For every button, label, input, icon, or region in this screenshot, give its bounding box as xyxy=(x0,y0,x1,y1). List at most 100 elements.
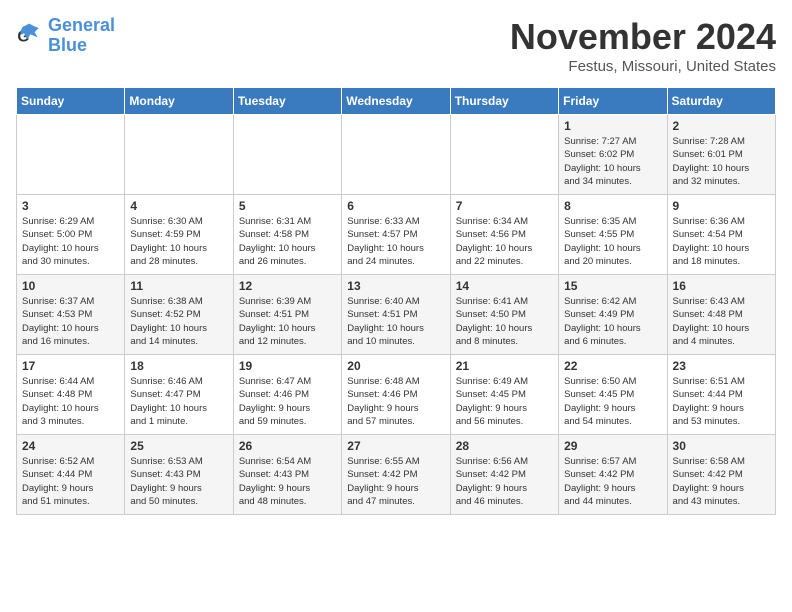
calendar-cell: 10 Sunrise: 6:37 AM Sunset: 4:53 PM Dayli… xyxy=(17,275,125,355)
day-number: 12 xyxy=(239,279,336,293)
week-row-3: 10 Sunrise: 6:37 AM Sunset: 4:53 PM Dayli… xyxy=(17,275,776,355)
day-number: 25 xyxy=(130,439,227,453)
day-info: Sunrise: 6:54 AM Sunset: 4:43 PM Dayligh… xyxy=(239,455,336,508)
logo-line1: General xyxy=(48,16,115,36)
day-info: Sunrise: 6:31 AM Sunset: 4:58 PM Dayligh… xyxy=(239,215,336,268)
calendar-cell xyxy=(17,115,125,195)
day-number: 28 xyxy=(456,439,553,453)
day-info: Sunrise: 6:42 AM Sunset: 4:49 PM Dayligh… xyxy=(564,295,661,348)
calendar-cell: 9Sunrise: 6:36 AM Sunset: 4:54 PM Daylig… xyxy=(667,195,775,275)
calendar-cell: 20 Sunrise: 6:48 AM Sunset: 4:46 PM Dayli… xyxy=(342,355,450,435)
day-info: Sunrise: 6:41 AM Sunset: 4:50 PM Dayligh… xyxy=(456,295,553,348)
day-info: Sunrise: 6:53 AM Sunset: 4:43 PM Dayligh… xyxy=(130,455,227,508)
day-number: 1 xyxy=(564,119,661,133)
day-number: 20 xyxy=(347,359,444,373)
week-row-5: 24Sunrise: 6:52 AM Sunset: 4:44 PM Dayli… xyxy=(17,435,776,515)
day-number: 22 xyxy=(564,359,661,373)
day-info: Sunrise: 6:52 AM Sunset: 4:44 PM Dayligh… xyxy=(22,455,119,508)
calendar-cell: 16 Sunrise: 6:43 AM Sunset: 4:48 PM Dayli… xyxy=(667,275,775,355)
week-row-1: 1 Sunrise: 7:27 AM Sunset: 6:02 PM Daylig… xyxy=(17,115,776,195)
calendar-cell: 17 Sunrise: 6:44 AM Sunset: 4:48 PM Dayli… xyxy=(17,355,125,435)
calendar-body: 1 Sunrise: 7:27 AM Sunset: 6:02 PM Daylig… xyxy=(17,115,776,515)
day-number: 27 xyxy=(347,439,444,453)
calendar-cell: 2Sunrise: 7:28 AM Sunset: 6:01 PM Daylig… xyxy=(667,115,775,195)
calendar-cell: 4 Sunrise: 6:30 AM Sunset: 4:59 PM Daylig… xyxy=(125,195,233,275)
day-info: Sunrise: 6:50 AM Sunset: 4:45 PM Dayligh… xyxy=(564,375,661,428)
title-area: November 2024 Festus, Missouri, United S… xyxy=(510,16,776,75)
calendar-cell: 18 Sunrise: 6:46 AM Sunset: 4:47 PM Dayli… xyxy=(125,355,233,435)
calendar-cell: 25 Sunrise: 6:53 AM Sunset: 4:43 PM Dayli… xyxy=(125,435,233,515)
weekday-header-wednesday: Wednesday xyxy=(342,88,450,115)
day-number: 19 xyxy=(239,359,336,373)
calendar-cell: 5 Sunrise: 6:31 AM Sunset: 4:58 PM Daylig… xyxy=(233,195,341,275)
calendar-cell xyxy=(342,115,450,195)
day-info: Sunrise: 6:43 AM Sunset: 4:48 PM Dayligh… xyxy=(673,295,770,348)
calendar-cell: 7 Sunrise: 6:34 AM Sunset: 4:56 PM Daylig… xyxy=(450,195,558,275)
day-number: 3 xyxy=(22,199,119,213)
day-number: 16 xyxy=(673,279,770,293)
day-number: 21 xyxy=(456,359,553,373)
location: Festus, Missouri, United States xyxy=(510,58,776,75)
day-number: 8 xyxy=(564,199,661,213)
weekday-header-tuesday: Tuesday xyxy=(233,88,341,115)
logo-line2: Blue xyxy=(48,36,115,56)
day-number: 15 xyxy=(564,279,661,293)
calendar-cell: 28 Sunrise: 6:56 AM Sunset: 4:42 PM Dayli… xyxy=(450,435,558,515)
month-title: November 2024 xyxy=(510,16,776,58)
logo: G General Blue xyxy=(16,16,115,56)
calendar-cell: 19Sunrise: 6:47 AM Sunset: 4:46 PM Dayli… xyxy=(233,355,341,435)
day-info: Sunrise: 6:44 AM Sunset: 4:48 PM Dayligh… xyxy=(22,375,119,428)
weekday-header-sunday: Sunday xyxy=(17,88,125,115)
calendar-cell xyxy=(125,115,233,195)
day-number: 17 xyxy=(22,359,119,373)
day-number: 7 xyxy=(456,199,553,213)
calendar-cell: 14 Sunrise: 6:41 AM Sunset: 4:50 PM Dayli… xyxy=(450,275,558,355)
day-info: Sunrise: 6:36 AM Sunset: 4:54 PM Dayligh… xyxy=(673,215,770,268)
calendar-cell: 24Sunrise: 6:52 AM Sunset: 4:44 PM Dayli… xyxy=(17,435,125,515)
day-info: Sunrise: 6:33 AM Sunset: 4:57 PM Dayligh… xyxy=(347,215,444,268)
day-info: Sunrise: 6:39 AM Sunset: 4:51 PM Dayligh… xyxy=(239,295,336,348)
day-info: Sunrise: 7:28 AM Sunset: 6:01 PM Dayligh… xyxy=(673,135,770,188)
day-info: Sunrise: 6:37 AM Sunset: 4:53 PM Dayligh… xyxy=(22,295,119,348)
calendar-cell: 6 Sunrise: 6:33 AM Sunset: 4:57 PM Daylig… xyxy=(342,195,450,275)
day-info: Sunrise: 6:30 AM Sunset: 4:59 PM Dayligh… xyxy=(130,215,227,268)
calendar-cell: 23Sunrise: 6:51 AM Sunset: 4:44 PM Dayli… xyxy=(667,355,775,435)
day-info: Sunrise: 6:35 AM Sunset: 4:55 PM Dayligh… xyxy=(564,215,661,268)
calendar-table: SundayMondayTuesdayWednesdayThursdayFrid… xyxy=(16,87,776,515)
calendar-cell: 21Sunrise: 6:49 AM Sunset: 4:45 PM Dayli… xyxy=(450,355,558,435)
calendar-cell: 29Sunrise: 6:57 AM Sunset: 4:42 PM Dayli… xyxy=(559,435,667,515)
calendar-cell: 15 Sunrise: 6:42 AM Sunset: 4:49 PM Dayli… xyxy=(559,275,667,355)
day-number: 18 xyxy=(130,359,227,373)
day-info: Sunrise: 6:55 AM Sunset: 4:42 PM Dayligh… xyxy=(347,455,444,508)
calendar-cell xyxy=(233,115,341,195)
calendar-cell: 12 Sunrise: 6:39 AM Sunset: 4:51 PM Dayli… xyxy=(233,275,341,355)
day-number: 23 xyxy=(673,359,770,373)
calendar-cell: 11Sunrise: 6:38 AM Sunset: 4:52 PM Dayli… xyxy=(125,275,233,355)
weekday-header-thursday: Thursday xyxy=(450,88,558,115)
calendar-cell: 22 Sunrise: 6:50 AM Sunset: 4:45 PM Dayli… xyxy=(559,355,667,435)
day-info: Sunrise: 6:56 AM Sunset: 4:42 PM Dayligh… xyxy=(456,455,553,508)
day-number: 26 xyxy=(239,439,336,453)
weekday-header-saturday: Saturday xyxy=(667,88,775,115)
calendar-cell xyxy=(450,115,558,195)
day-number: 30 xyxy=(673,439,770,453)
calendar-cell: 30 Sunrise: 6:58 AM Sunset: 4:42 PM Dayli… xyxy=(667,435,775,515)
calendar-header-row: SundayMondayTuesdayWednesdayThursdayFrid… xyxy=(17,88,776,115)
day-info: Sunrise: 7:27 AM Sunset: 6:02 PM Dayligh… xyxy=(564,135,661,188)
day-number: 4 xyxy=(130,199,227,213)
weekday-header-monday: Monday xyxy=(125,88,233,115)
day-info: Sunrise: 6:48 AM Sunset: 4:46 PM Dayligh… xyxy=(347,375,444,428)
day-info: Sunrise: 6:46 AM Sunset: 4:47 PM Dayligh… xyxy=(130,375,227,428)
day-number: 10 xyxy=(22,279,119,293)
day-info: Sunrise: 6:58 AM Sunset: 4:42 PM Dayligh… xyxy=(673,455,770,508)
calendar-cell: 1 Sunrise: 7:27 AM Sunset: 6:02 PM Daylig… xyxy=(559,115,667,195)
day-info: Sunrise: 6:34 AM Sunset: 4:56 PM Dayligh… xyxy=(456,215,553,268)
header: G General Blue November 2024 Festus, Mis… xyxy=(16,16,776,75)
weekday-header-friday: Friday xyxy=(559,88,667,115)
day-number: 5 xyxy=(239,199,336,213)
day-number: 6 xyxy=(347,199,444,213)
day-info: Sunrise: 6:29 AM Sunset: 5:00 PM Dayligh… xyxy=(22,215,119,268)
week-row-4: 17 Sunrise: 6:44 AM Sunset: 4:48 PM Dayli… xyxy=(17,355,776,435)
calendar-cell: 27 Sunrise: 6:55 AM Sunset: 4:42 PM Dayli… xyxy=(342,435,450,515)
day-number: 14 xyxy=(456,279,553,293)
